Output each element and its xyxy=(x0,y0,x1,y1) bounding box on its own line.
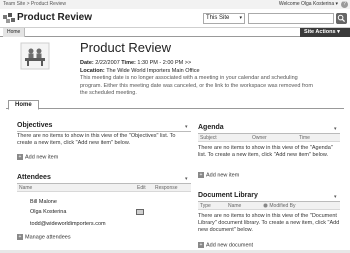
workspace-title: Product Review xyxy=(80,40,172,55)
agenda-menu-icon[interactable]: ▾ xyxy=(334,126,337,132)
agenda-title[interactable]: Agenda xyxy=(198,124,224,131)
objectives-add-item-label: Add new item xyxy=(25,154,59,161)
agenda-header-row xyxy=(198,134,340,142)
document-library-add-link[interactable]: + Add new document xyxy=(198,242,253,248)
meeting-notice: This meeting date is no longer associate… xyxy=(80,75,313,96)
welcome-menu[interactable]: Welcome Olga Kosterina ▾ xyxy=(279,0,338,9)
next-meeting-link[interactable]: >> xyxy=(185,60,191,66)
agenda-col-time[interactable]: Time xyxy=(299,135,310,141)
site-header: Product Review This Site ▾ xyxy=(0,9,350,28)
document-library-col-modified-by[interactable]: Modified By xyxy=(263,203,296,209)
search-input[interactable] xyxy=(248,13,334,24)
search-scope-value: This Site xyxy=(206,15,230,21)
breadcrumb[interactable]: Team Site > Product Review xyxy=(3,0,66,9)
attendee-row-name[interactable]: Olga Kosterina xyxy=(30,209,66,215)
tab-page-home[interactable]: Home xyxy=(8,100,39,110)
tab-home[interactable]: Home xyxy=(3,28,26,37)
manage-attendees-link[interactable]: + Manage attendees xyxy=(17,234,71,240)
document-library-col-name[interactable]: Name xyxy=(228,203,241,209)
document-library-col-modified-by-label: Modified By xyxy=(269,203,296,209)
attendee-row-name[interactable]: Bill Malone xyxy=(30,199,57,205)
help-icon[interactable]: ? xyxy=(341,1,348,8)
meeting-date-time: Date: 2/22/2007 Time: 1:30 PM - 2:00 PM … xyxy=(80,60,191,66)
presence-icon xyxy=(263,203,268,208)
page-tab-strip: Home xyxy=(6,99,344,110)
document-library-menu-icon[interactable]: ▾ xyxy=(334,194,337,200)
agenda-add-item-link[interactable]: + Add new item xyxy=(198,172,239,178)
meeting-workspace-icon xyxy=(20,42,50,70)
site-title[interactable]: Product Review xyxy=(17,12,92,23)
date-label: Date: xyxy=(80,60,94,66)
manage-attendees-label: Manage attendees xyxy=(25,234,71,241)
add-icon: + xyxy=(17,234,23,240)
location-value: The Wide World Importers Main Office xyxy=(106,68,200,74)
search-icon[interactable] xyxy=(336,13,347,24)
document-library-add-label: Add new document xyxy=(206,242,254,249)
objectives-menu-icon[interactable]: ▾ xyxy=(185,124,188,130)
document-library-title[interactable]: Document Library xyxy=(198,192,258,199)
time-label: Time: xyxy=(121,60,136,66)
attendees-title[interactable]: Attendees xyxy=(17,174,51,181)
agenda-col-subject[interactable]: Subject xyxy=(200,135,217,141)
edit-attendee-icon[interactable] xyxy=(136,209,144,215)
global-topbar: Team Site > Product Review Welcome Olga … xyxy=(0,0,350,9)
objectives-empty-text: There are no items to show in this view … xyxy=(17,133,176,146)
document-library-col-type[interactable]: Type xyxy=(200,203,211,209)
location-label: Location: xyxy=(80,68,105,74)
objectives-rule xyxy=(17,131,191,132)
document-library-empty-text: There are no items to show in this view … xyxy=(198,213,340,233)
chevron-down-icon: ▾ xyxy=(239,15,242,21)
attendees-col-response[interactable]: Response xyxy=(155,185,178,191)
objectives-title[interactable]: Objectives xyxy=(17,122,52,129)
attendees-menu-icon[interactable]: ▾ xyxy=(185,176,188,182)
objectives-add-item-link[interactable]: + Add new item xyxy=(17,154,58,160)
site-logo-icon xyxy=(3,13,15,23)
site-actions-menu[interactable]: Site Actions ▾ xyxy=(300,28,350,37)
agenda-empty-text: There are no items to show in this view … xyxy=(198,145,333,158)
attendees-col-name[interactable]: Name xyxy=(19,185,32,191)
date-value: 2/22/2007 xyxy=(95,60,120,66)
meeting-location: Location: The Wide World Importers Main … xyxy=(80,68,200,74)
attendees-col-edit[interactable]: Edit xyxy=(137,185,146,191)
agenda-col-owner[interactable]: Owner xyxy=(252,135,267,141)
search-scope-select[interactable]: This Site ▾ xyxy=(203,13,245,24)
add-icon: + xyxy=(198,242,204,248)
add-icon: + xyxy=(198,172,204,178)
top-nav: Home Site Actions ▾ xyxy=(0,28,350,37)
agenda-add-item-label: Add new item xyxy=(206,172,240,179)
add-icon: + xyxy=(17,154,23,160)
time-value: 1:30 PM - 2:00 PM xyxy=(137,60,184,66)
attendee-row-name[interactable]: todd@wideworldimporters.com xyxy=(30,221,106,227)
